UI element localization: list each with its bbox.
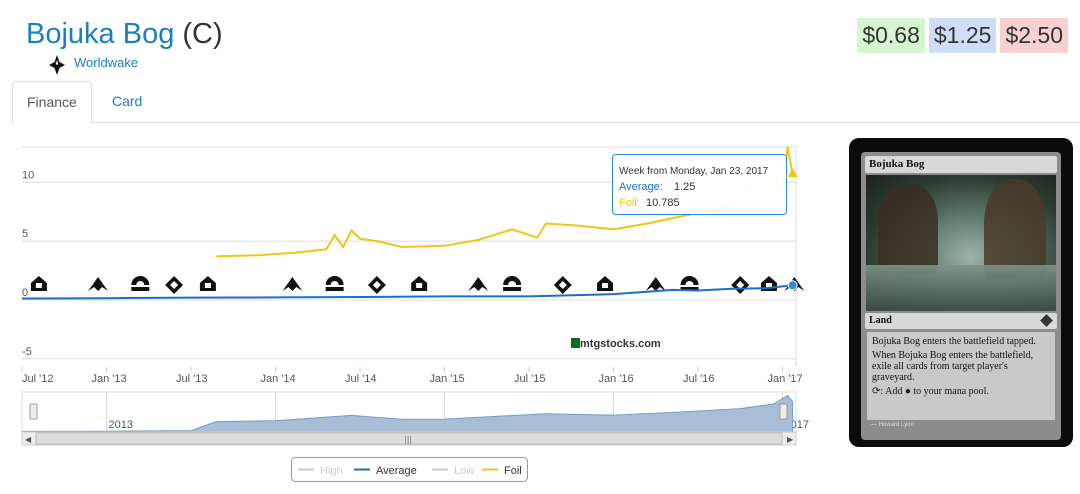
y-axis-ticks: 10 5 0 -5 — [22, 169, 34, 357]
set-symbol-icon — [30, 276, 47, 291]
set-symbol-icon — [131, 276, 150, 291]
x-axis-ticks: Jul '12 Jan '13 Jul '13 Jan '14 Jul '14 Jan '… — [21, 367, 803, 385]
tooltip-foil-value: 10.785 — [646, 197, 680, 209]
set-symbol-icon — [325, 276, 344, 291]
svg-text:Foil[interactable]: Foil — [504, 465, 522, 477]
card-image-name: Bojuka Bog — [865, 156, 1057, 173]
watermark-text: mtgstocks.com — [580, 338, 661, 350]
set-symbol-icon — [282, 277, 303, 291]
card-type-line: Land — [865, 313, 1057, 329]
price-chart: 1050-5 Jul '12 Jan '13 Jul '13 Jan '14 Jul '… — [21, 146, 809, 482]
price-high-badge: $2.50 — [1000, 18, 1068, 53]
set-symbol-icon — [645, 277, 666, 291]
tooltip-foil-label: Foil: — [619, 197, 640, 209]
navigator-left-handle[interactable] — [29, 403, 38, 420]
set-release-markers — [30, 276, 805, 294]
chart-tooltip: Week from Monday, Jan 23, 2017 Average: … — [612, 154, 787, 215]
card-art — [866, 175, 1056, 311]
x-tick-label: Jul '14 — [345, 373, 376, 385]
x-tick-label: Jan '13 — [91, 373, 126, 385]
svg-text:Average[interactable]: Average — [376, 465, 417, 477]
svg-text:High[interactable]: High — [320, 465, 343, 477]
set-symbol-icon — [411, 276, 428, 291]
card-image: Bojuka Bog Land Bojuka Bog enters the ba… — [849, 138, 1073, 447]
set-symbol-icon — [88, 277, 109, 291]
tooltip-avg-value: 1.25 — [674, 181, 695, 193]
x-tick-label: Jul '16 — [683, 373, 714, 385]
y-tick-label: 10 — [22, 169, 34, 181]
set-symbol-icon — [165, 276, 184, 294]
set-symbol-icon — [680, 276, 699, 291]
tooltip-avg-label: Average: — [619, 181, 663, 193]
card-artist: — Howard Lyon — [871, 422, 914, 428]
x-tick-label: Jul '13 — [176, 373, 207, 385]
price-avg-badge: $1.25 — [928, 18, 997, 53]
price-low-badge: $0.68 — [857, 18, 925, 53]
navigator-right-handle[interactable] — [779, 403, 788, 420]
set-symbol-icon — [199, 276, 216, 291]
set-symbol-icon — [731, 276, 750, 294]
x-tick-label: Jan '14 — [260, 373, 295, 385]
x-tick-label: Jul '15 — [514, 373, 545, 385]
x-tick-label: Jan '16 — [598, 373, 633, 385]
x-tick-label: Jan '17 — [767, 373, 802, 385]
svg-text:Low[interactable]: Low — [454, 465, 474, 477]
y-tick-label: 0 — [22, 287, 28, 299]
mtgstocks-watermark: mtgstocks.com — [571, 338, 661, 350]
set-symbol-icon — [503, 276, 522, 291]
set-symbol-icon — [553, 276, 572, 294]
chart-legend: High Average Low Foil — [291, 457, 528, 482]
set-symbol-icon — [468, 277, 489, 291]
set-symbol-icon — [367, 276, 386, 294]
price-badges: $0.68 $1.25 $2.50 — [857, 18, 1068, 53]
scroll-right-icon[interactable]: ▶ — [787, 435, 794, 444]
tooltip-header: Week from Monday, Jan 23, 2017 — [619, 166, 769, 177]
y-tick-label: -5 — [22, 346, 32, 358]
range-navigator[interactable]: 20132014201520162017 ||| ◀ ▶ — [21, 391, 809, 446]
set-symbol-icon — [597, 276, 614, 291]
mtgstocks-logo-icon — [571, 338, 580, 348]
card-rules-text: Bojuka Bog enters the battlefield tapped… — [867, 332, 1055, 420]
scroll-left-icon[interactable]: ◀ — [25, 435, 32, 444]
navigator-year: 2013 — [108, 419, 132, 431]
x-tick-label: Jul '12 — [22, 373, 53, 385]
svg-text:|||: ||| — [404, 435, 412, 444]
average-hover-marker — [787, 280, 798, 291]
y-tick-label: 5 — [22, 228, 28, 240]
x-tick-label: Jan '15 — [429, 373, 464, 385]
